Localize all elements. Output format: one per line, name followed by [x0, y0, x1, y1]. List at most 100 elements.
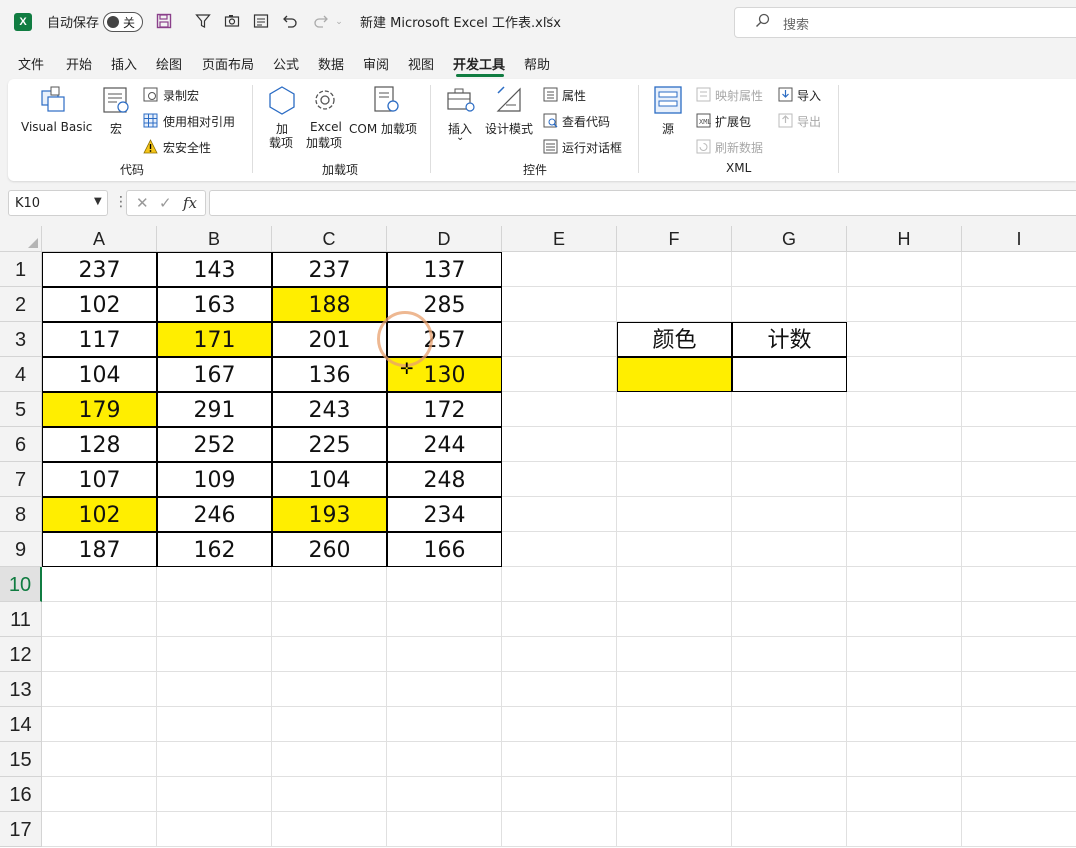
row-header-8[interactable]: 8: [0, 497, 42, 532]
cell-c9[interactable]: 260: [272, 532, 387, 567]
cell-d15[interactable]: [387, 742, 502, 777]
cell-i12[interactable]: [962, 637, 1076, 672]
cell-a5[interactable]: 179: [42, 392, 157, 427]
row-header-12[interactable]: 12: [0, 637, 42, 672]
cell-f10[interactable]: [617, 567, 732, 602]
cell-c13[interactable]: [272, 672, 387, 707]
column-header-c[interactable]: C: [272, 226, 387, 252]
column-header-i[interactable]: I: [962, 226, 1076, 252]
insert-function-icon[interactable]: fx: [183, 194, 197, 212]
cell-c8[interactable]: 193: [272, 497, 387, 532]
cell-h10[interactable]: [847, 567, 962, 602]
cell-b6[interactable]: 252: [157, 427, 272, 462]
row-header-5[interactable]: 5: [0, 392, 42, 427]
cell-c2[interactable]: 188: [272, 287, 387, 322]
tab-developer[interactable]: 开发工具: [453, 54, 505, 73]
cell-d10[interactable]: [387, 567, 502, 602]
cell-b5[interactable]: 291: [157, 392, 272, 427]
cell-b17[interactable]: [157, 812, 272, 847]
cell-i2[interactable]: [962, 287, 1076, 322]
cell-g15[interactable]: [732, 742, 847, 777]
row-header-6[interactable]: 6: [0, 427, 42, 462]
cell-h1[interactable]: [847, 252, 962, 287]
row-header-15[interactable]: 15: [0, 742, 42, 777]
tab-insert[interactable]: 插入: [111, 54, 137, 73]
cell-f14[interactable]: [617, 707, 732, 742]
row-header-7[interactable]: 7: [0, 462, 42, 497]
cell-g12[interactable]: [732, 637, 847, 672]
cell-a11[interactable]: [42, 602, 157, 637]
cell-i1[interactable]: [962, 252, 1076, 287]
cell-d8[interactable]: 234: [387, 497, 502, 532]
cell-g11[interactable]: [732, 602, 847, 637]
cell-h6[interactable]: [847, 427, 962, 462]
cell-e4[interactable]: [502, 357, 617, 392]
cell-a13[interactable]: [42, 672, 157, 707]
cell-h4[interactable]: [847, 357, 962, 392]
cell-b8[interactable]: 246: [157, 497, 272, 532]
cell-c12[interactable]: [272, 637, 387, 672]
cell-g6[interactable]: [732, 427, 847, 462]
row-header-17[interactable]: 17: [0, 812, 42, 847]
cell-a12[interactable]: [42, 637, 157, 672]
cell-f15[interactable]: [617, 742, 732, 777]
cell-e9[interactable]: [502, 532, 617, 567]
cell-d1[interactable]: 137: [387, 252, 502, 287]
cell-d9[interactable]: 166: [387, 532, 502, 567]
cell-e12[interactable]: [502, 637, 617, 672]
cell-g13[interactable]: [732, 672, 847, 707]
cell-g16[interactable]: [732, 777, 847, 812]
cell-f13[interactable]: [617, 672, 732, 707]
cell-b7[interactable]: 109: [157, 462, 272, 497]
cell-d17[interactable]: [387, 812, 502, 847]
cell-h13[interactable]: [847, 672, 962, 707]
row-header-4[interactable]: 4: [0, 357, 42, 392]
cell-g2[interactable]: [732, 287, 847, 322]
cell-e1[interactable]: [502, 252, 617, 287]
tab-view[interactable]: 视图: [408, 54, 434, 73]
cell-h16[interactable]: [847, 777, 962, 812]
cell-h7[interactable]: [847, 462, 962, 497]
cell-e7[interactable]: [502, 462, 617, 497]
cell-i3[interactable]: [962, 322, 1076, 357]
cell-d11[interactable]: [387, 602, 502, 637]
cell-g17[interactable]: [732, 812, 847, 847]
cell-f9[interactable]: [617, 532, 732, 567]
cell-b14[interactable]: [157, 707, 272, 742]
cell-e5[interactable]: [502, 392, 617, 427]
cell-a16[interactable]: [42, 777, 157, 812]
cell-c1[interactable]: 237: [272, 252, 387, 287]
cell-c15[interactable]: [272, 742, 387, 777]
cell-e17[interactable]: [502, 812, 617, 847]
cell-i5[interactable]: [962, 392, 1076, 427]
redo-icon[interactable]: [312, 13, 330, 31]
name-box-chevron-down-icon[interactable]: ▼: [94, 196, 102, 207]
cell-i7[interactable]: [962, 462, 1076, 497]
cell-e6[interactable]: [502, 427, 617, 462]
cell-b4[interactable]: 167: [157, 357, 272, 392]
undo-icon[interactable]: [281, 13, 299, 31]
column-header-e[interactable]: E: [502, 226, 617, 252]
cell-c17[interactable]: [272, 812, 387, 847]
side-table-color-swatch[interactable]: [617, 357, 732, 392]
form-icon[interactable]: [252, 13, 270, 31]
cell-i16[interactable]: [962, 777, 1076, 812]
cell-c16[interactable]: [272, 777, 387, 812]
row-header-13[interactable]: 13: [0, 672, 42, 707]
cell-c14[interactable]: [272, 707, 387, 742]
row-header-14[interactable]: 14: [0, 707, 42, 742]
cell-a17[interactable]: [42, 812, 157, 847]
name-box[interactable]: K10 ▼: [8, 190, 108, 216]
camera-icon[interactable]: [223, 13, 241, 31]
cell-f17[interactable]: [617, 812, 732, 847]
row-header-10[interactable]: 10: [0, 567, 42, 602]
cell-i14[interactable]: [962, 707, 1076, 742]
column-header-a[interactable]: A: [42, 226, 157, 252]
cell-d12[interactable]: [387, 637, 502, 672]
cell-c6[interactable]: 225: [272, 427, 387, 462]
cell-d5[interactable]: 172: [387, 392, 502, 427]
cell-a2[interactable]: 102: [42, 287, 157, 322]
cell-i4[interactable]: [962, 357, 1076, 392]
cell-h3[interactable]: [847, 322, 962, 357]
select-all-button[interactable]: [0, 226, 42, 252]
